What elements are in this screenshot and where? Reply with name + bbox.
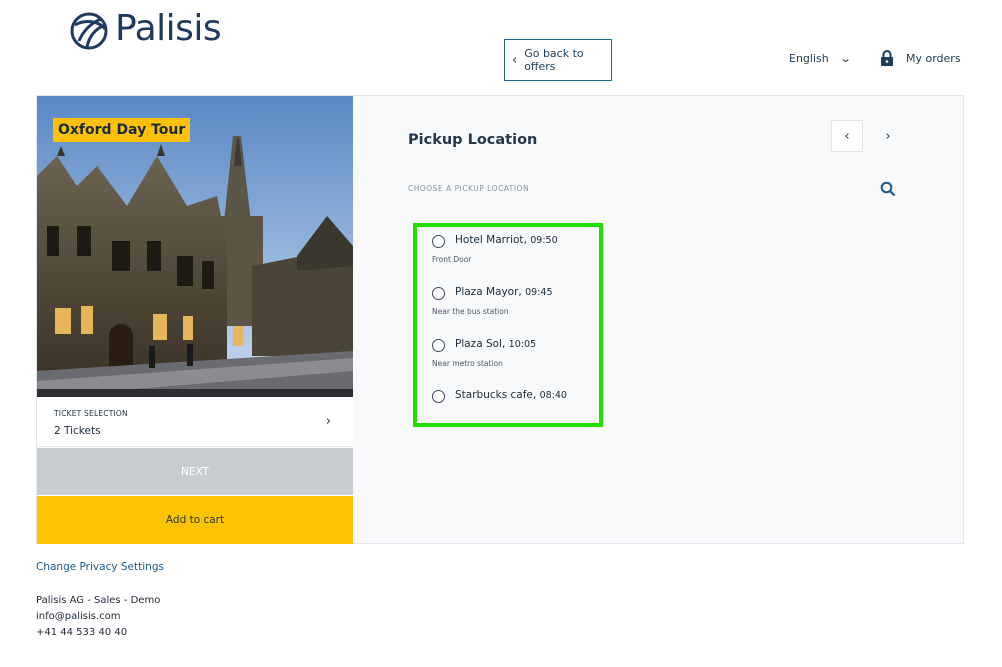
pickup-time: 10:05	[508, 339, 537, 350]
palisis-logo-icon	[70, 12, 108, 50]
previous-step-button[interactable]: ‹	[831, 120, 863, 152]
ticket-selection-label: TICKET SELECTION	[54, 409, 128, 418]
contact-phone: +41 44 533 40 40	[36, 627, 128, 638]
language-label: English	[789, 52, 829, 65]
pickup-note: Front Door	[432, 255, 472, 264]
pickup-name: Plaza Mayor	[455, 286, 519, 298]
booking-card: Oxford Day Tour TICKET SELECTION 2 Ticke…	[36, 95, 964, 544]
radio-button[interactable]	[432, 390, 445, 403]
tour-photo: Oxford Day Tour	[37, 96, 353, 397]
pickup-name: Hotel Marriot	[455, 234, 524, 246]
radio-button[interactable]	[432, 235, 445, 248]
pickup-title: Pickup Location	[408, 132, 538, 148]
next-step-button[interactable]: ›	[872, 120, 904, 152]
back-to-offers-label: Go back to offers	[524, 47, 584, 73]
chevron-left-icon: ‹	[512, 52, 518, 68]
ticket-selection[interactable]: TICKET SELECTION 2 Tickets ›	[37, 397, 353, 447]
pickup-note: Near the bus station	[432, 307, 509, 316]
chevron-left-icon: ‹	[844, 128, 850, 144]
add-to-cart-button[interactable]: Add to cart	[37, 496, 353, 544]
my-orders-link[interactable]: My orders	[880, 50, 961, 67]
company-name: Palisis AG - Sales - Demo	[36, 595, 161, 606]
radio-button[interactable]	[432, 287, 445, 300]
back-to-offers-button[interactable]: ‹ Go back to offers	[504, 39, 612, 81]
tour-panel: Oxford Day Tour TICKET SELECTION 2 Ticke…	[37, 96, 353, 544]
chevron-right-icon: ›	[325, 414, 331, 429]
my-orders-label: My orders	[906, 52, 961, 65]
footer-contact: Palisis AG - Sales - Demo info@palisis.c…	[36, 593, 160, 641]
privacy-settings-link[interactable]: Change Privacy Settings	[36, 561, 164, 573]
pickup-name: Starbucks cafe	[455, 389, 533, 401]
pickup-time: 09:45	[525, 287, 553, 298]
pickup-note: Near metro station	[432, 359, 503, 368]
pickup-time: 09:50	[530, 235, 558, 246]
choose-pickup-label: CHOOSE A PICKUP LOCATION	[408, 184, 530, 193]
language-selector[interactable]: English ⌄	[789, 52, 852, 65]
pickup-panel: Pickup Location ‹ › CHOOSE A PICKUP LOCA…	[353, 96, 963, 544]
pickup-name: Plaza Sol	[455, 338, 502, 350]
pickup-time: 08:40	[539, 390, 567, 401]
chevron-right-icon: ›	[885, 128, 891, 144]
lock-icon	[881, 50, 893, 66]
contact-email[interactable]: info@palisis.com	[36, 609, 160, 625]
brand-name: Palisis	[115, 8, 222, 49]
radio-button[interactable]	[432, 339, 445, 352]
chevron-down-icon: ⌄	[838, 52, 852, 65]
next-button[interactable]: NEXT	[37, 448, 353, 495]
tour-title-badge: Oxford Day Tour	[53, 118, 191, 142]
brand-logo[interactable]: Palisis	[45, 0, 243, 78]
ticket-selection-value: 2 Tickets	[54, 425, 101, 437]
search-icon[interactable]	[880, 181, 896, 197]
